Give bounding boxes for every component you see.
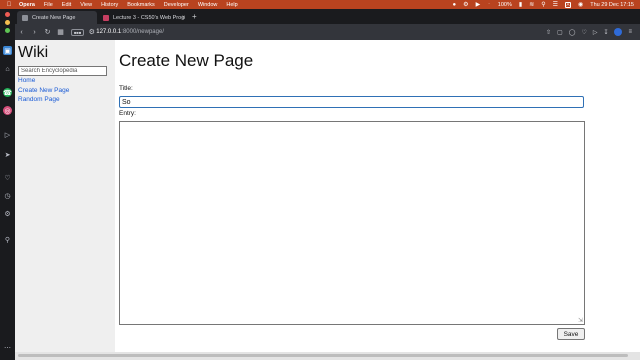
minimize-window-button[interactable]	[5, 20, 10, 25]
bookmark-heart-icon[interactable]: ♡	[581, 29, 586, 36]
flow-icon[interactable]: ▷	[593, 29, 598, 36]
cs50-favicon-icon	[103, 14, 109, 21]
save-button[interactable]: Save	[557, 328, 585, 340]
reload-icon[interactable]: ↻	[41, 28, 54, 36]
page-favicon-icon	[22, 14, 28, 21]
opera-sidebar: ▣ ⌂ ☎ ◎ ▷ ➤ ♡ ◷ ⚙ ⚲ ⋯	[0, 9, 15, 360]
tab-lecture-3[interactable]: Lecture 3 - CS50's Web Progr... ×	[98, 11, 189, 24]
extension-icon[interactable]: ⚙	[463, 2, 468, 8]
url-path: :8000/newpage/	[121, 29, 164, 35]
tab-label: Create New Page	[32, 14, 76, 21]
play-icon[interactable]: ▶	[476, 2, 481, 8]
security-icon[interactable]: ⚙	[87, 28, 96, 36]
shield-icon[interactable]: ◯	[569, 29, 576, 36]
history-icon[interactable]: ◷	[3, 191, 12, 200]
entry-textarea[interactable]	[119, 121, 585, 325]
title-input[interactable]	[119, 96, 584, 108]
page-title: Create New Page	[119, 51, 254, 70]
battery-percent: 100%	[497, 1, 512, 8]
close-window-button[interactable]	[5, 12, 10, 17]
menu-app-opera[interactable]: Opera	[19, 2, 35, 8]
search-input[interactable]	[18, 66, 107, 76]
menu-bookmarks[interactable]: Bookmarks	[127, 2, 155, 8]
whatsapp-icon[interactable]: ☎	[3, 88, 12, 97]
settings-icon[interactable]: ⚙	[3, 209, 12, 218]
search-icon[interactable]: ⚲	[541, 2, 545, 8]
site-info-icon[interactable]: ■■■	[71, 28, 85, 36]
horizontal-scrollbar[interactable]	[15, 352, 640, 360]
menu-help[interactable]: Help	[226, 2, 237, 8]
forward-icon[interactable]: ›	[28, 29, 41, 36]
tab-create-new-page[interactable]: Create New Page	[17, 11, 97, 24]
menubar-clock[interactable]: Thu 29 Dec 17:15	[590, 2, 634, 8]
menu-history[interactable]: History	[101, 2, 118, 8]
snapshot-icon[interactable]: ▢	[557, 29, 563, 36]
apple-icon[interactable]: 	[5, 1, 13, 8]
menu-view[interactable]: View	[80, 2, 92, 8]
close-tab-icon[interactable]: ×	[181, 15, 185, 21]
menu-developer[interactable]: Developer	[164, 2, 189, 8]
heart-icon[interactable]: ♡	[3, 173, 12, 182]
instagram-icon[interactable]: ◎	[3, 106, 12, 115]
siri-icon[interactable]: ◉	[578, 2, 583, 8]
menu-icon[interactable]: ≡	[628, 29, 632, 35]
nav-link-random-page[interactable]: Random Page	[18, 95, 112, 105]
tabs-grid-icon[interactable]: ▦	[54, 28, 67, 36]
menu-window[interactable]: Window	[198, 2, 218, 8]
profile-avatar[interactable]	[614, 28, 623, 36]
site-title: Wiki	[18, 44, 49, 61]
wiki-sidebar: Wiki Home Create New Page Random Page	[15, 40, 115, 352]
bluetooth-icon[interactable]: ᛫	[487, 2, 491, 8]
url-field[interactable]: ■■■ ⚙ 127.0.0.1:8000/newpage/	[71, 28, 164, 36]
page-viewport: Wiki Home Create New Page Random Page Cr…	[15, 40, 640, 352]
back-icon[interactable]: ‹	[15, 29, 28, 36]
input-source-icon[interactable]: A	[565, 1, 572, 8]
resize-grip-icon[interactable]: ⇲	[578, 318, 584, 324]
download-icon[interactable]: ↧	[603, 29, 608, 36]
title-label: Title:	[119, 85, 133, 92]
entry-label: Entry:	[119, 110, 136, 117]
main-content: Create New Page Title: Entry: ⇲ Save	[119, 40, 640, 352]
tab-label: Lecture 3 - CS50's Web Progr...	[113, 14, 185, 21]
speed-dial-icon[interactable]: ▣	[3, 46, 12, 55]
more-icon[interactable]: ⋯	[3, 343, 12, 352]
player-icon[interactable]: ▷	[3, 130, 12, 139]
menu-file[interactable]: File	[44, 2, 53, 8]
nav-link-home[interactable]: Home	[18, 76, 112, 86]
menu-edit[interactable]: Edit	[62, 2, 71, 8]
zoom-window-button[interactable]	[5, 28, 10, 33]
home-icon[interactable]: ⌂	[3, 65, 12, 74]
lightbulb-icon[interactable]: ⚲	[3, 235, 12, 244]
opera-status-icon[interactable]: ●	[453, 2, 457, 8]
tab-bar: Create New Page Lecture 3 - CS50's Web P…	[15, 9, 640, 24]
scrollbar-thumb[interactable]	[18, 354, 628, 357]
menubar-status: ● ⚙ ▶ ᛫ 100% ▮ ≋ ⚲ ☰ A ◉ Thu 29 Dec 17:1…	[453, 1, 640, 8]
send-icon[interactable]: ➤	[3, 150, 12, 159]
address-bar-actions: ⇧ ▢ ◯ ♡ ▷ ↧ ≡	[546, 28, 640, 36]
battery-icon[interactable]: ▮	[519, 2, 522, 8]
nav-link-create-new-page[interactable]: Create New Page	[18, 86, 112, 96]
new-tab-icon[interactable]: +	[192, 12, 197, 21]
control-center-icon[interactable]: ☰	[553, 2, 558, 8]
url-host: 127.0.0.1	[96, 29, 122, 35]
address-bar: ‹ › ↻ ▦ ■■■ ⚙ 127.0.0.1:8000/newpage/ ⇧ …	[15, 24, 640, 40]
share-icon[interactable]: ⇧	[546, 29, 551, 36]
macos-menubar:  Opera File Edit View History Bookmarks…	[0, 0, 640, 9]
wifi-icon[interactable]: ≋	[529, 2, 534, 8]
